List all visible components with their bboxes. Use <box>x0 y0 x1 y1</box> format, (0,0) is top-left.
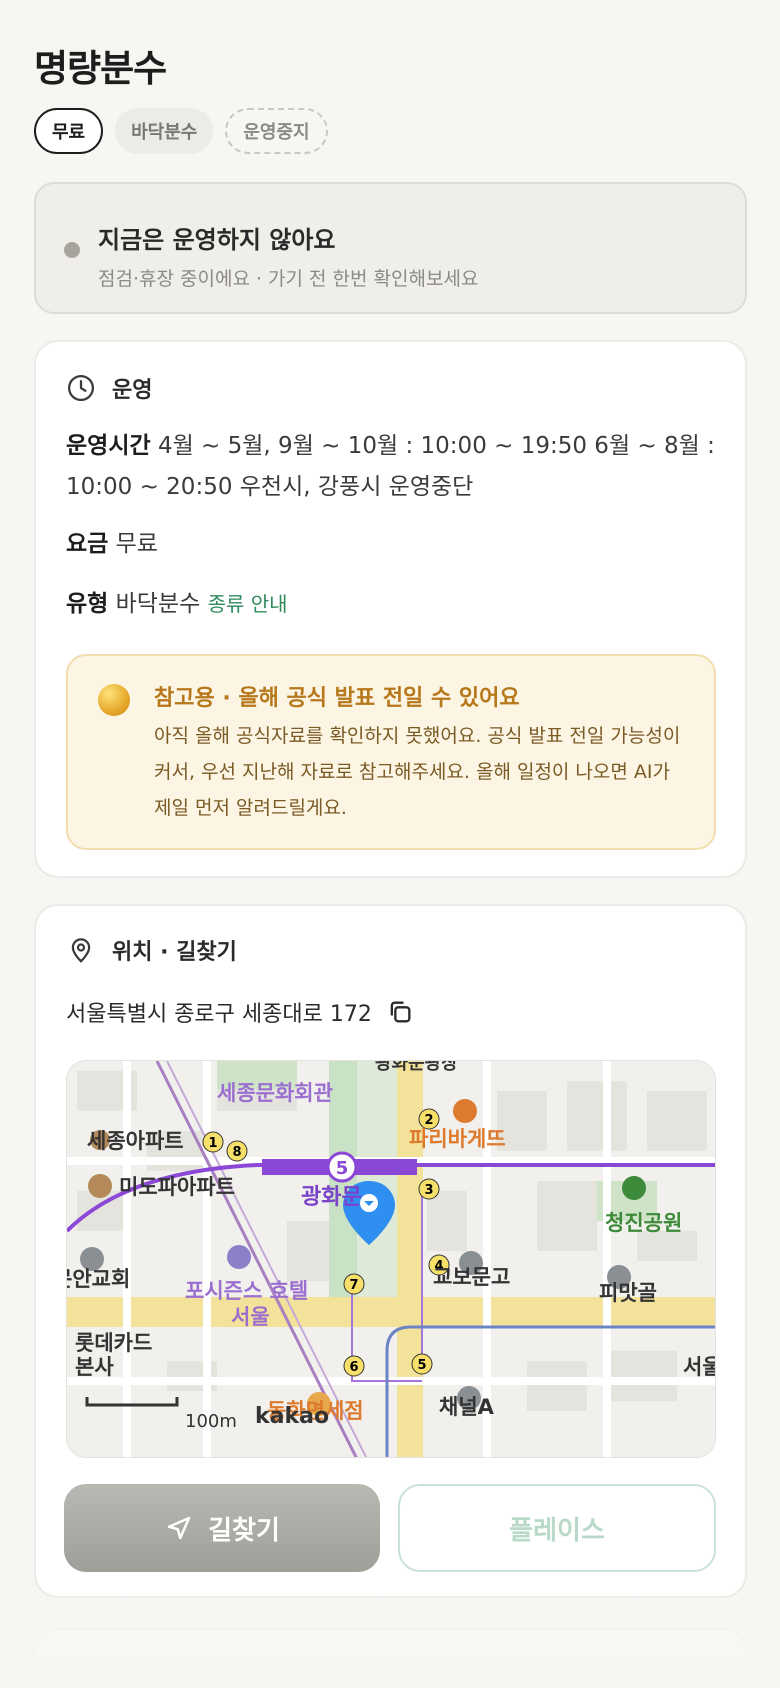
page: 명량분수 무료 바닥분수 운영중지 지금은 운영하지 않아요 점검·휴장 중이에… <box>0 0 780 1688</box>
status-dot-icon <box>64 242 80 258</box>
map-label-paris: 파리바게뜨 <box>409 1127 506 1151</box>
exit-label: 5 <box>417 1358 426 1373</box>
kakao-logo: kakao <box>255 1404 330 1429</box>
address-text: 서울특별시 종로구 세종대로 172 <box>66 1002 372 1027</box>
exit-label: 1 <box>208 1136 217 1151</box>
place-label: 플레이스 <box>509 1515 605 1546</box>
location-card: 위치 · 길찾기 서울특별시 종로구 세종대로 172 1 8 2 3 4 7 … <box>34 904 747 1598</box>
directions-button[interactable]: 길찾기 <box>64 1484 380 1572</box>
location-title: 위치 · 길찾기 <box>112 940 237 965</box>
operation-header: 운영 <box>66 372 152 404</box>
exit-label: 7 <box>349 1278 358 1293</box>
reference-notice: 참고용 · 올해 공식 발표 전일 수 있어요 아직 올해 공식자료를 확인하지… <box>66 654 716 850</box>
type-guide-link[interactable]: 종류 안내 <box>208 592 288 616</box>
notice-heading: 참고용 · 올해 공식 발표 전일 수 있어요 <box>154 686 520 711</box>
map-label-kyobo: 교보문고 <box>433 1265 511 1289</box>
map-label-cheongjin: 청진공원 <box>605 1211 683 1235</box>
map-background: 1 8 2 3 4 7 6 5 5 <box>67 1061 715 1457</box>
exit-label: 6 <box>349 1360 358 1375</box>
map-label-pimatgol: 피맛골 <box>599 1281 657 1305</box>
status-heading: 지금은 운영하지 않아요 <box>98 226 336 254</box>
line5-badge: 5 <box>336 1158 349 1179</box>
hours-value: 4월 ~ 5월, 9월 ~ 10월 : 10:00 ~ 19:50 6월 ~ 8… <box>66 433 715 500</box>
location-header: 위치 · 길찾기 <box>66 934 237 966</box>
map-label-gwanghwamun: 광화문 <box>301 1185 362 1210</box>
type-value: 바닥분수 <box>115 591 201 617</box>
place-button[interactable]: 플레이스 <box>398 1484 716 1572</box>
map-view[interactable]: 1 8 2 3 4 7 6 5 5 세종문화회관 광화문광장 세종아파트 미도파… <box>66 1060 716 1458</box>
page-title: 명량분수 <box>34 47 167 90</box>
exit-label: 8 <box>232 1145 241 1160</box>
hours-label: 운영시간 <box>66 433 151 459</box>
map-label-sejong-center: 세종문화회관 <box>217 1081 333 1105</box>
type-row: 유형 바닥분수 종류 안내 <box>66 584 726 625</box>
navigation-arrow-icon <box>167 1516 191 1540</box>
notice-body: 아직 올해 공식자료를 확인하지 못했어요. 공식 발표 전일 가능성이 커서,… <box>154 725 681 819</box>
map-label-sejong-apt: 세종아파트 <box>87 1129 184 1153</box>
chip-status[interactable]: 운영중지 <box>225 108 328 154</box>
tag-chips: 무료 바닥분수 운영중지 <box>34 108 328 154</box>
operation-card: 운영 운영시간 4월 ~ 5월, 9월 ~ 10월 : 10:00 ~ 19:5… <box>34 340 747 878</box>
map-label-seoul: 서울 <box>683 1355 715 1379</box>
bottom-fade <box>0 1590 780 1688</box>
map-label-church: 문안교회 <box>67 1267 131 1291</box>
map-label-lotte-card-2: 본사 <box>75 1355 114 1379</box>
fee-row: 요금 무료 <box>66 524 726 565</box>
exit-label: 3 <box>424 1183 433 1198</box>
map-scale-label: 100m <box>185 1411 237 1432</box>
hours-row: 운영시간 4월 ~ 5월, 9월 ~ 10월 : 10:00 ~ 19:50 6… <box>66 426 726 508</box>
status-banner: 지금은 운영하지 않아요 점검·휴장 중이에요 · 가기 전 한번 확인해보세요 <box>34 182 747 314</box>
map-label-four-seasons-2: 서울 <box>231 1305 270 1329</box>
map-label-channel-a: 채널A <box>439 1395 494 1419</box>
operation-title: 운영 <box>112 378 153 403</box>
chip-fee[interactable]: 무료 <box>34 108 104 154</box>
map-label-top: 광화문광장 <box>375 1060 458 1074</box>
copy-icon[interactable] <box>386 998 414 1026</box>
fee-label: 요금 <box>66 531 109 557</box>
chip-type[interactable]: 바닥분수 <box>115 108 214 154</box>
type-label: 유형 <box>66 591 109 617</box>
directions-label: 길찾기 <box>208 1515 280 1546</box>
location-pin-icon <box>71 938 91 963</box>
fee-value: 무료 <box>115 531 158 557</box>
address-row: 서울특별시 종로구 세종대로 172 <box>66 996 414 1028</box>
coin-icon <box>98 684 130 716</box>
status-subtext: 점검·휴장 중이에요 · 가기 전 한번 확인해보세요 <box>98 268 479 290</box>
map-label-mido-apt: 미도파아파트 <box>119 1175 235 1199</box>
clock-icon <box>68 375 94 401</box>
